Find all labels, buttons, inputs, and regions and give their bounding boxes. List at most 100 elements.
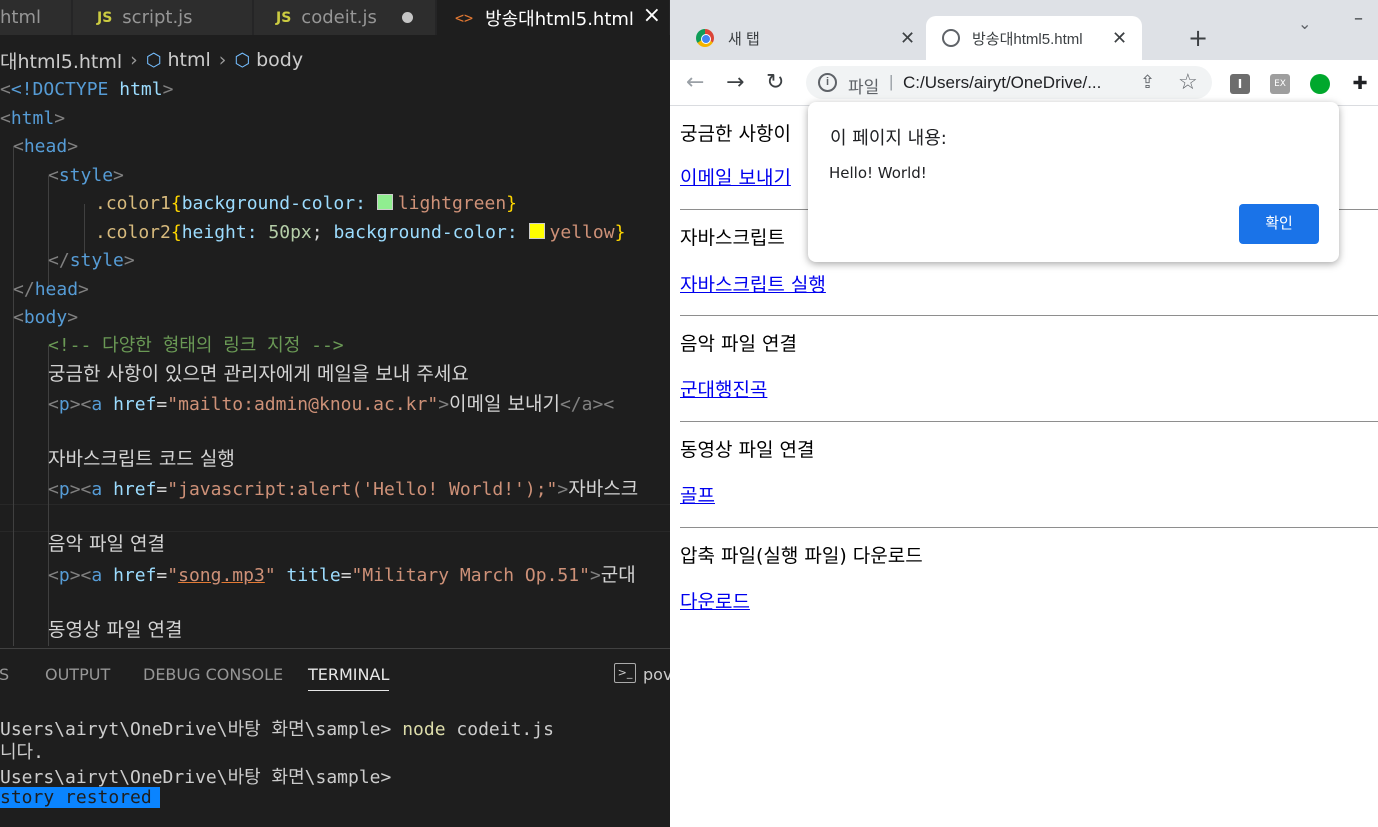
code-line: <p><a href="mailto:admin@knou.ac.kr">이메일…	[48, 393, 615, 415]
ok-button[interactable]: 확인	[1239, 204, 1319, 244]
history-restored-badge: story restored	[0, 787, 160, 808]
back-arrow-icon[interactable]: ←	[686, 70, 704, 95]
color-swatch[interactable]	[528, 223, 545, 239]
reload-icon[interactable]: ↻	[766, 70, 784, 95]
current-line-highlight	[0, 504, 670, 532]
panel-tab-debug-console[interactable]: DEBUG CONSOLE	[143, 665, 283, 684]
terminal-command: node	[402, 719, 446, 740]
tab-codeit-js[interactable]: JS codeit.js	[254, 0, 436, 35]
code-line: <head>	[13, 136, 79, 157]
link-email[interactable]: 이메일 보내기	[680, 163, 791, 190]
bottom-panel: S OUTPUT DEBUG CONSOLE TERMINAL >_ pov U…	[0, 648, 670, 827]
code-text: 음악 파일 연결	[48, 533, 165, 555]
browser-tab-label: 새 탭	[728, 30, 760, 48]
address-bar[interactable]: i 파일 | C:/Users/airyt/OneDrive/... ⇪ ☆	[806, 66, 1212, 99]
unsaved-dot-icon[interactable]	[402, 12, 413, 23]
code-token: <!DOCTYPE	[10, 79, 109, 100]
terminal-arg: codeit.js	[456, 719, 554, 740]
code-token: body	[23, 307, 68, 328]
code-line: .color1{background-color: lightgreen}	[95, 193, 517, 214]
code-line: 자바스크립트 코드 실행	[48, 445, 235, 473]
code-comment: <!-- 다양한 형태의 링크 지정 -->	[48, 335, 344, 356]
tab-html[interactable]: html	[0, 0, 72, 35]
cube-icon: ⬡	[145, 49, 162, 71]
vscode-window: html JS script.js JS codeit.js <> 방송대htm…	[0, 0, 670, 827]
breadcrumb-html[interactable]: html	[168, 49, 211, 71]
code-text: 자바스크	[568, 478, 639, 500]
extension-i-icon[interactable]: I	[1230, 74, 1250, 94]
puzzle-icon[interactable]: ✚	[1350, 74, 1370, 94]
panel-tab-output[interactable]: OUTPUT	[45, 665, 110, 684]
code-token: .color1	[95, 193, 171, 214]
code-token: background-color:	[181, 193, 366, 214]
code-token: head	[23, 136, 68, 157]
chevron-down-icon[interactable]: ⌄	[1298, 14, 1311, 33]
code-token: 50px	[268, 222, 312, 243]
browser-tab-new[interactable]: 새 탭 ✕	[688, 16, 924, 60]
code-token: html	[119, 79, 163, 100]
code-text: 이메일 보내기	[449, 393, 560, 415]
tab-label: html	[0, 7, 42, 28]
code-token: "mailto:admin@knou.ac.kr"	[167, 394, 439, 415]
link-music[interactable]: 군대행진곡	[680, 375, 767, 402]
section-text-video: 동영상 파일 연결	[680, 439, 815, 461]
js-file-icon: JS	[97, 9, 113, 26]
close-icon[interactable]: ✕	[1112, 28, 1127, 49]
code-text: 군대	[600, 564, 636, 586]
panel-tab-problems[interactable]: S	[0, 665, 9, 684]
color-swatch[interactable]	[376, 194, 393, 210]
info-icon[interactable]: i	[818, 73, 837, 92]
code-line: <body>	[13, 307, 79, 328]
browser-tab-active[interactable]: 방송대html5.html ✕	[926, 16, 1142, 60]
browser-toolbar: ← → ↻ i 파일 | C:/Users/airyt/OneDrive/...…	[670, 60, 1378, 106]
code-line: .color2{height: 50px; background-color: …	[95, 222, 626, 243]
evernote-icon[interactable]	[1310, 74, 1330, 94]
link-javascript[interactable]: 자바스크립트 실행	[680, 270, 826, 297]
code-line: <<!DOCTYPE html>	[0, 79, 174, 100]
code-line: 음악 파일 연결	[48, 530, 165, 558]
breadcrumb-file[interactable]: 대html5.html	[0, 47, 122, 74]
bookmark-star-icon[interactable]: ☆	[1178, 69, 1198, 95]
code-token: "javascript:alert('Hello! World!');"	[167, 479, 558, 500]
tab-script-js[interactable]: JS script.js	[73, 0, 253, 35]
forward-arrow-icon[interactable]: →	[726, 70, 744, 95]
code-token: </a><	[559, 394, 615, 415]
link-download[interactable]: 다운로드	[680, 587, 750, 614]
code-token: html	[10, 108, 55, 129]
terminal-line: story restored	[0, 787, 160, 808]
tab-html5-active[interactable]: <> 방송대html5.html ×	[437, 0, 670, 35]
terminal-line: Users\airyt\OneDrive\바탕 화면\sample> node …	[0, 715, 554, 741]
code-token: height:	[181, 222, 258, 243]
close-icon[interactable]: ✕	[900, 28, 915, 49]
panel-tab-terminal[interactable]: TERMINAL	[308, 665, 390, 691]
chevron-right-icon: ›	[218, 49, 227, 71]
code-text: 궁금한 사항이 있으면 관리자에게 메일을 보내 주세요	[48, 363, 469, 385]
url-text[interactable]: C:/Users/airyt/OneDrive/...	[903, 73, 1101, 93]
chrome-icon	[696, 29, 714, 47]
tab-label: codeit.js	[301, 7, 377, 28]
section-text-email: 궁금한 사항이	[680, 123, 791, 145]
extension-ex-icon[interactable]: EX	[1270, 74, 1290, 94]
close-icon[interactable]: ×	[643, 3, 661, 28]
chrome-window: 새 탭 ✕ 방송대html5.html ✕ + ⌄ – ← → ↻ i 파일 |…	[670, 0, 1378, 827]
divider: |	[889, 72, 894, 91]
dialog-message: Hello! World!	[829, 164, 927, 182]
code-line: <p><a href="javascript:alert('Hello! Wor…	[48, 478, 639, 500]
breadcrumb-body[interactable]: body	[256, 49, 303, 71]
code-line: 동영상 파일 연결	[48, 616, 182, 644]
cube-icon: ⬡	[234, 49, 251, 71]
link-video[interactable]: 골프	[680, 481, 715, 508]
shell-label[interactable]: pov	[643, 665, 670, 684]
minimize-icon[interactable]: –	[1354, 8, 1363, 29]
browser-tab-strip: 새 탭 ✕ 방송대html5.html ✕ + ⌄ –	[670, 0, 1378, 60]
code-line: </style>	[48, 250, 135, 271]
terminal-icon: >_	[614, 663, 636, 683]
new-tab-plus-icon[interactable]: +	[1188, 24, 1208, 52]
code-link-token[interactable]: song.mp3	[178, 565, 265, 586]
editor-tab-bar: html JS script.js JS codeit.js <> 방송대htm…	[0, 0, 670, 35]
js-file-icon: JS	[276, 9, 292, 26]
share-icon[interactable]: ⇪	[1140, 72, 1155, 93]
code-token: .color2	[95, 222, 171, 243]
code-token: style	[69, 250, 124, 271]
divider	[680, 315, 1378, 316]
